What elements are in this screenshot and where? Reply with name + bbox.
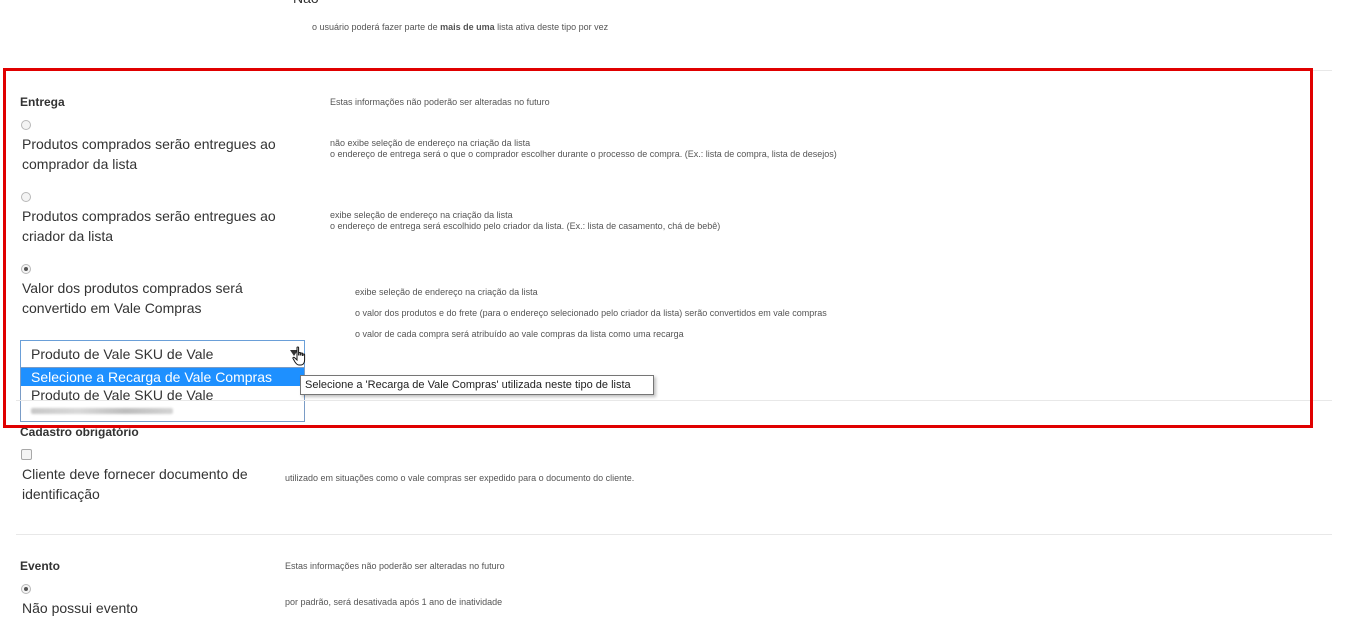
desc-entrega-comprador-2: o endereço de entrega será o que o compr…: [330, 149, 837, 159]
recarga-dropdown-list: Selecione a Recarga de Vale Compras Prod…: [20, 367, 305, 422]
desc-evento: por padrão, será desativada após 1 ano d…: [285, 597, 503, 607]
evento-info: Estas informações não poderão ser altera…: [285, 561, 505, 571]
radio-evento-nenhum[interactable]: [21, 584, 31, 594]
top-note-prefix: o usuário poderá fazer parte de: [312, 22, 441, 32]
evento-title: Evento: [20, 559, 61, 573]
dropdown-option-blurred[interactable]: [31, 408, 173, 414]
radio-entrega-comprador[interactable]: [21, 120, 31, 130]
top-note: o usuário poderá fazer parte de mais de …: [312, 22, 608, 33]
desc-entrega-vale-2: o valor dos produtos e do frete (para o …: [355, 308, 827, 318]
desc-documento: utilizado em situações como o vale compr…: [285, 473, 635, 483]
radio-entrega-criador[interactable]: [21, 192, 31, 202]
radio-entrega-vale-compras[interactable]: [21, 264, 31, 274]
hand-cursor-icon: [292, 346, 306, 366]
desc-entrega-criador-2: o endereço de entrega será escolhido pel…: [330, 221, 721, 231]
label-entrega-vale-compras[interactable]: Valor dos produtos comprados será conver…: [22, 278, 302, 318]
top-cut-label: Não: [293, 0, 319, 8]
cadastro-title: Cadastro obrigatório: [20, 425, 139, 439]
recarga-select-value: Produto de Vale SKU de Vale: [31, 346, 214, 362]
desc-entrega-criador-1: exibe seleção de endereço na criação da …: [330, 210, 513, 220]
desc-entrega-vale-3: o valor de cada compra será atribuído ao…: [355, 329, 684, 339]
label-evento-nenhum[interactable]: Não possui evento: [22, 598, 138, 618]
divider: [16, 400, 1332, 401]
divider: [16, 70, 1332, 71]
entrega-info: Estas informações não poderão ser altera…: [330, 97, 550, 107]
label-entrega-comprador[interactable]: Produtos comprados serão entregues ao co…: [22, 134, 302, 174]
label-entrega-criador[interactable]: Produtos comprados serão entregues ao cr…: [22, 206, 302, 246]
divider: [16, 534, 1332, 535]
dropdown-option-sku[interactable]: Produto de Vale SKU de Vale: [21, 386, 304, 404]
desc-entrega-comprador-1: não exibe seleção de endereço na criação…: [330, 138, 531, 148]
desc-entrega-vale-1: exibe seleção de endereço na criação da …: [355, 287, 538, 297]
select-tooltip: Selecione a 'Recarga de Vale Compras' ut…: [300, 375, 654, 395]
label-documento[interactable]: Cliente deve fornecer documento de ident…: [22, 464, 282, 504]
top-note-suffix: lista ativa deste tipo por vez: [494, 22, 609, 32]
recarga-select[interactable]: Produto de Vale SKU de Vale: [20, 340, 305, 368]
dropdown-option-recarga[interactable]: Selecione a Recarga de Vale Compras: [21, 368, 304, 386]
top-note-bold: mais de uma: [440, 22, 495, 32]
entrega-title: Entrega: [20, 95, 65, 109]
checkbox-documento[interactable]: [21, 449, 32, 460]
